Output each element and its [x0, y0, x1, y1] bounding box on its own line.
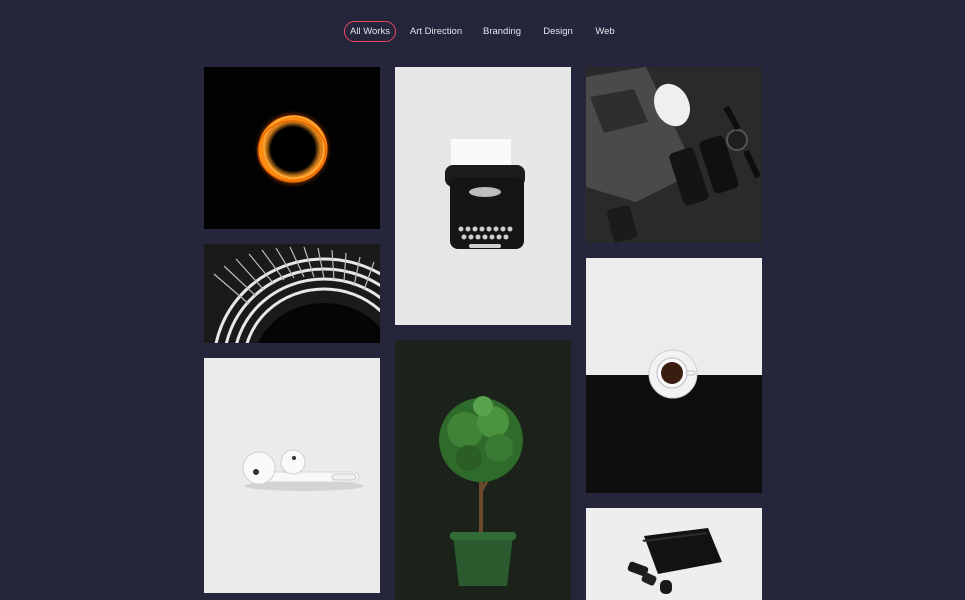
- gallery-item-typewriter[interactable]: [395, 67, 571, 325]
- potted-tree-image: [395, 340, 571, 600]
- light-ring-image: [204, 67, 380, 229]
- filter-branding[interactable]: Branding: [478, 21, 526, 42]
- gallery-item-light-ring[interactable]: [204, 67, 380, 229]
- coffee-cup-image: [586, 258, 762, 493]
- filter-design[interactable]: Design: [538, 21, 578, 42]
- typewriter-image: [395, 67, 571, 325]
- gallery-item-spiral[interactable]: [204, 244, 380, 343]
- desk-gadgets-image: [586, 67, 762, 243]
- portfolio-page: All Works Art Direction Branding Design …: [0, 0, 965, 600]
- gallery-item-coffee[interactable]: [586, 258, 762, 493]
- black-laptop-image: [586, 508, 762, 600]
- earbuds-image: [204, 358, 380, 593]
- gallery-item-plant[interactable]: [395, 340, 571, 600]
- filter-art-direction[interactable]: Art Direction: [404, 21, 468, 42]
- spiral-architecture-image: [204, 244, 380, 343]
- filter-web[interactable]: Web: [590, 21, 620, 42]
- gallery-item-desk[interactable]: [586, 67, 762, 243]
- gallery-item-laptop[interactable]: [586, 508, 762, 600]
- gallery-item-earbuds[interactable]: [204, 358, 380, 593]
- filter-bar: All Works Art Direction Branding Design …: [0, 21, 965, 42]
- filter-all-works[interactable]: All Works: [344, 21, 396, 42]
